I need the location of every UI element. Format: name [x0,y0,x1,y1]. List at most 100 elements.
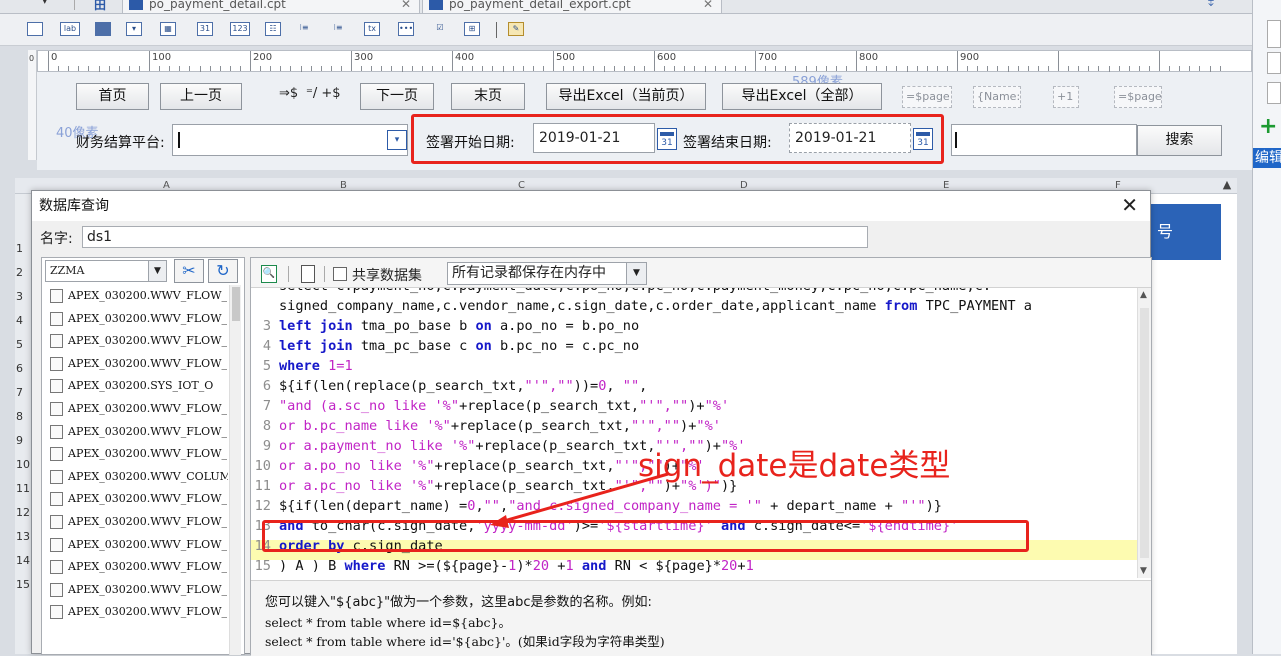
row-number[interactable]: 14 [16,554,30,567]
code-line[interactable]: signed_company_name,c.vendor_name,c.sign… [251,296,1137,316]
start-date-input[interactable]: 2019-01-21 [533,123,655,153]
tab-menu-icon[interactable]: ⤈ [1208,0,1214,9]
edit-widget-icon[interactable]: ✎ [508,22,524,36]
first-page-button[interactable]: 首页 [76,83,149,110]
page-icon[interactable] [301,265,315,283]
page-label-field[interactable]: =$page [902,86,952,108]
row-number[interactable]: 5 [16,338,23,351]
table-list-item[interactable]: APEX_030200.WWV_FLOW_ [46,353,228,375]
row-number[interactable]: 7 [16,386,23,399]
sheet-scroll-up-icon[interactable]: ▲ [1218,178,1236,194]
tab-overflow-arrow[interactable]: ▾ [42,0,48,7]
export-all-button[interactable]: 导出Excel（全部） [722,83,882,110]
table-list-scrollbar[interactable] [229,285,241,655]
table-list-item[interactable]: APEX_030200.WWV_FLOW_ [46,511,228,533]
refresh-icon[interactable]: ↻ [208,259,238,283]
button-widget-icon[interactable] [95,22,111,36]
end-date-input[interactable]: 2019-01-21 [789,123,911,153]
code-line[interactable]: select c.payment_no,c.payment_date,c.po_… [251,288,1137,296]
side-scroll-mid-button[interactable] [1267,52,1281,74]
cache-mode-select[interactable]: 所有记录都保存在内存中 ▼ [447,262,647,285]
tree-widget-icon[interactable]: ☷ [265,22,281,36]
table-list-item[interactable]: APEX_030200.WWV_FLOW_ [46,601,228,623]
page-plus-field[interactable]: +1 [1053,86,1079,108]
row-number[interactable]: 8 [16,410,23,423]
table-list-item[interactable]: APEX_030200.WWV_FLOW_ [46,330,228,352]
total-page-field[interactable]: =$page [1114,86,1162,108]
code-line[interactable]: 8 or b.pc_name like '%"+replace(p_search_… [251,416,1137,436]
code-line[interactable]: 7 "and (a.sc_no like '%"+replace(p_search… [251,396,1137,416]
row-number[interactable]: 9 [16,434,23,447]
combo-check-widget-icon[interactable]: ▦ [160,22,176,36]
scroll-down-icon[interactable]: ▼ [1140,566,1147,576]
row-number[interactable]: 3 [16,290,23,303]
edit-panel-label[interactable]: 编辑 [1253,148,1281,168]
row-number[interactable]: 13 [16,530,30,543]
code-line[interactable]: 3 left join tma_po_base b on a.po_no = b.… [251,316,1137,336]
table-list-item[interactable]: APEX_030200.WWV_FLOW_ [46,443,228,465]
table-list-item[interactable]: APEX_030200.WWV_FLOW_ [46,556,228,578]
close-icon[interactable]: ✕ [401,0,411,11]
row-number[interactable]: 2 [16,266,23,279]
dataset-name-input[interactable]: ds1 [82,226,868,248]
row-number[interactable]: 12 [16,506,30,519]
label-widget-icon[interactable]: lab [60,22,80,36]
radio-group-icon[interactable]: ⁝≡ [296,22,312,36]
tab-po-payment-detail-export[interactable]: po_payment_detail_export.cpt ✕ [422,0,722,14]
close-icon[interactable]: ✕ [1121,195,1138,215]
row-number[interactable]: 10 [16,458,30,471]
combobox-widget-icon[interactable]: ▾ [126,22,142,36]
settings-tools-icon[interactable]: ✂ [174,259,204,283]
table-list-item[interactable]: APEX_030200.WWV_FLOW_ [46,398,228,420]
preview-icon[interactable]: 🔍 [261,265,277,283]
table-list-item[interactable]: APEX_030200.WWV_COLUM [46,466,228,488]
tab-po-payment-detail[interactable]: po_payment_detail.cpt ✕ [122,0,420,14]
name-label-field[interactable]: {Name: [973,86,1021,108]
side-scroll-up-button[interactable] [1267,20,1281,48]
code-line[interactable]: 12 ${if(len(depart_name) =0,"","and c.sig… [251,496,1137,516]
schema-select[interactable]: ZZMA ▼ [45,260,167,282]
tree-combo-icon[interactable]: ⊞ [464,22,480,36]
platform-select[interactable]: ▾ [172,124,408,156]
checkbox-group-icon[interactable]: ⁝≡ [330,22,346,36]
scroll-up-icon[interactable]: ▲ [1140,290,1147,300]
dropdown-arrow-icon[interactable]: ▾ [387,130,407,150]
add-icon[interactable]: + [1259,114,1277,139]
text-area-icon[interactable]: tx [364,22,380,36]
table-list-item[interactable]: APEX_030200.SYS_IOT_O [46,375,228,397]
calendar-icon[interactable]: 31 [657,128,677,150]
search-button[interactable]: 搜索 [1137,125,1222,156]
close-icon[interactable]: ✕ [703,0,713,11]
prev-page-button[interactable]: 上一页 [160,83,242,110]
code-line[interactable]: 15) A ) B where RN >=(${page}-1)*20 +1 a… [251,556,1137,576]
new-tab-icon[interactable]: 田+ [94,0,112,27]
table-list-item[interactable]: APEX_030200.WWV_FLOW_ [46,421,228,443]
code-line[interactable]: 6 ${if(len(replace(p_search_txt,"'",""))=… [251,376,1137,396]
checkbox-widget-icon[interactable]: ☑ [432,22,448,36]
table-list-item[interactable]: APEX_030200.WWV_FLOW_ [46,285,228,307]
table-list-item[interactable]: APEX_030200.WWV_FLOW_ [46,579,228,601]
calendar-icon[interactable]: 31 [913,128,933,150]
code-line[interactable]: 4 left join tma_pc_base c on b.pc_no = c.… [251,336,1137,356]
code-scrollbar[interactable]: ▲ ▼ [1137,288,1151,578]
textbox-widget-icon[interactable] [27,22,43,36]
code-line[interactable]: 5 where 1=1 [251,356,1137,376]
side-scroll-down-button[interactable] [1267,82,1281,104]
row-number[interactable]: 4 [16,314,23,327]
next-page-button[interactable]: 下一页 [360,83,434,110]
last-page-button[interactable]: 末页 [451,83,525,110]
scroll-thumb[interactable] [232,287,240,321]
table-list-item[interactable]: APEX_030200.WWV_FLOW_ [46,308,228,330]
row-number[interactable]: 1 [16,242,23,255]
number-widget-icon[interactable]: 123 [230,22,250,36]
search-text-input[interactable] [951,124,1137,156]
share-checkbox[interactable] [333,267,347,281]
password-widget-icon[interactable]: ••• [398,22,414,36]
date-widget-icon[interactable]: 31 [197,22,213,36]
row-number[interactable]: 15 [16,578,30,591]
table-list-item[interactable]: APEX_030200.WWV_FLOW_ [46,534,228,556]
row-number[interactable]: 6 [16,362,23,375]
table-list-item[interactable]: APEX_030200.WWV_FLOW_ [46,488,228,510]
scroll-thumb[interactable] [1140,308,1149,558]
row-number[interactable]: 11 [16,482,30,495]
